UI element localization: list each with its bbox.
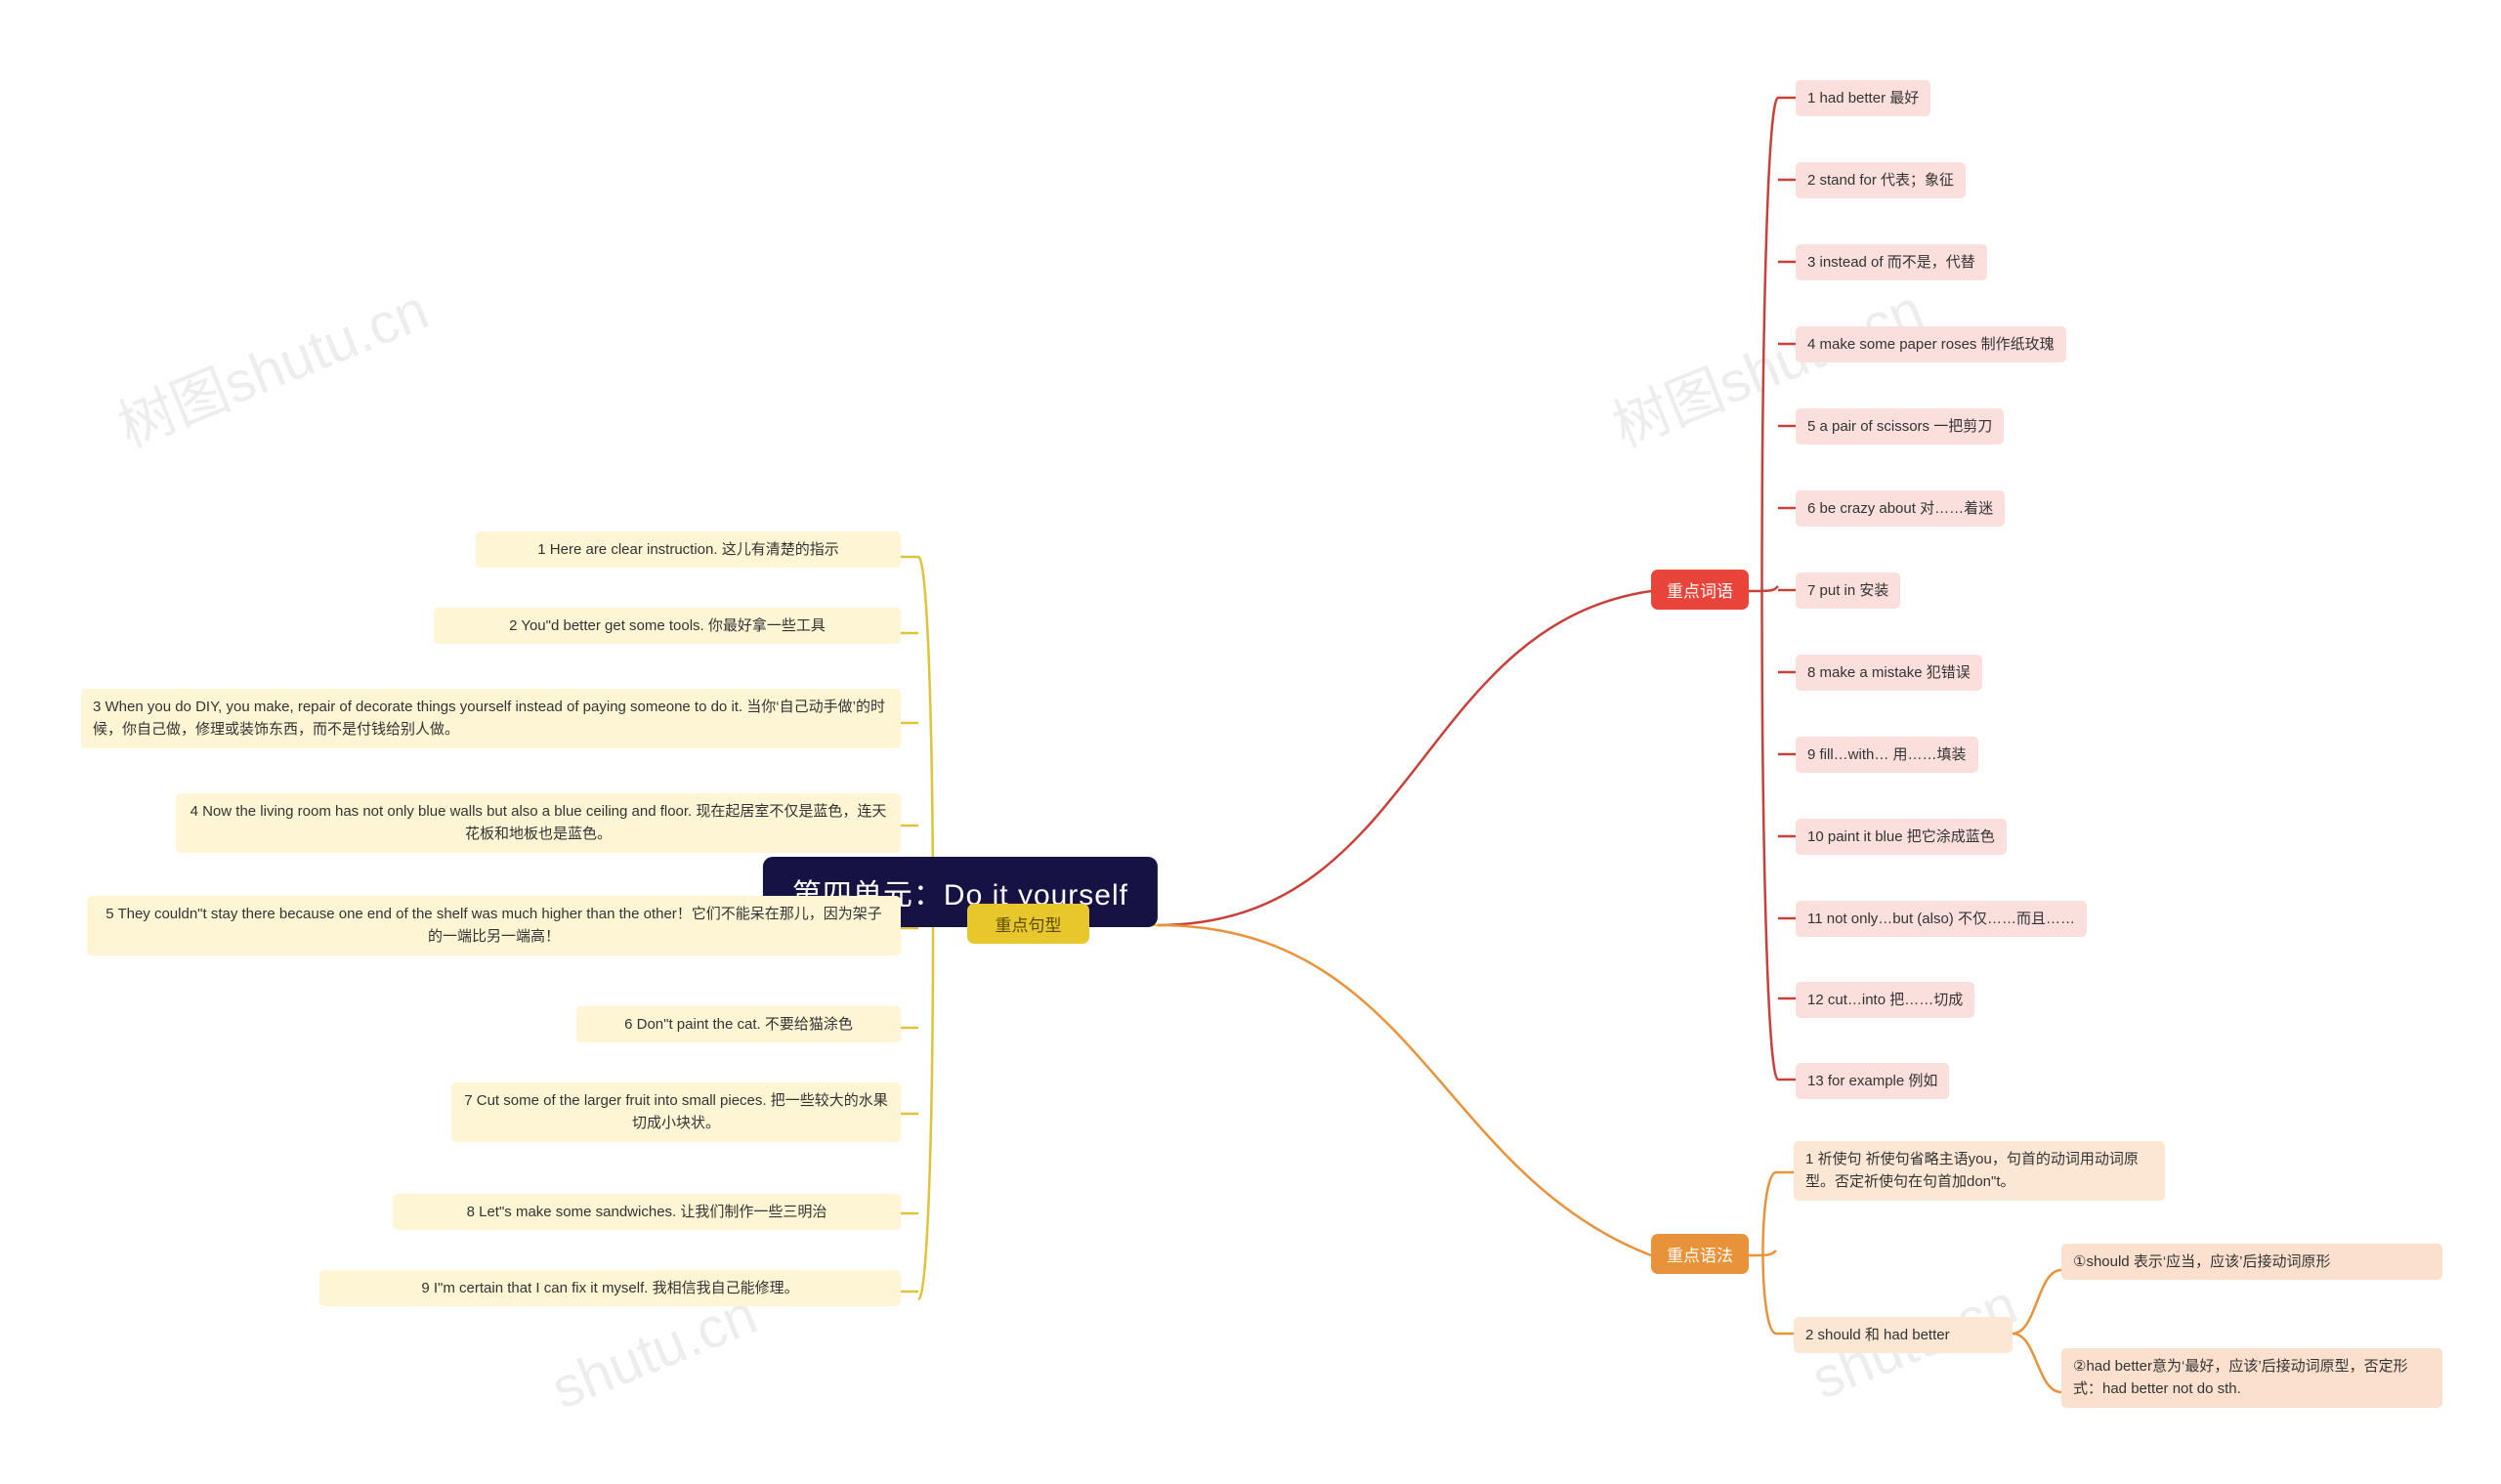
sentence-item-text: 6 Don"t paint the cat. 不要给猫涂色 (624, 1016, 853, 1033)
sentence-item[interactable]: 7 Cut some of the larger fruit into smal… (451, 1082, 901, 1142)
branch-vocabulary[interactable]: 重点词语 (1651, 570, 1749, 610)
vocabulary-item[interactable]: 6 be crazy about 对……着迷 (1796, 490, 2006, 528)
branch-vocabulary-label: 重点词语 (1667, 582, 1733, 601)
vocabulary-item[interactable]: 5 a pair of scissors 一把剪刀 (1796, 408, 2005, 445)
vocabulary-item[interactable]: 1 had better 最好 (1796, 80, 1931, 117)
branch-sentence-patterns-label: 重点句型 (995, 916, 1062, 935)
vocabulary-item-text: 4 make some paper roses 制作纸玫瑰 (1807, 336, 2055, 353)
vocabulary-item[interactable]: 3 instead of 而不是，代替 (1796, 244, 1987, 281)
vocabulary-item-text: 9 fill…with… 用……填装 (1807, 746, 1967, 763)
vocabulary-item[interactable]: 9 fill…with… 用……填装 (1796, 737, 1978, 774)
sentence-item-text: 5 They couldn"t stay there because one e… (106, 906, 882, 946)
vocabulary-item[interactable]: 8 make a mistake 犯错误 (1796, 655, 1982, 692)
sentence-item-text: 8 Let"s make some sandwiches. 让我们制作一些三明治 (466, 1204, 827, 1220)
vocabulary-item[interactable]: 2 stand for 代表；象征 (1796, 162, 1967, 199)
branch-grammar-label: 重点语法 (1667, 1247, 1733, 1265)
sentence-item-text: 1 Here are clear instruction. 这儿有清楚的指示 (537, 541, 839, 558)
sentence-item-text: 7 Cut some of the larger fruit into smal… (464, 1092, 888, 1132)
vocabulary-item[interactable]: 4 make some paper roses 制作纸玫瑰 (1796, 326, 2066, 363)
sentence-item[interactable]: 2 You"d better get some tools. 你最好拿一些工具 (434, 608, 901, 645)
sentence-item[interactable]: 5 They couldn"t stay there because one e… (87, 896, 901, 955)
vocabulary-item-text: 2 stand for 代表；象征 (1807, 172, 1955, 189)
vocabulary-item-text: 7 put in 安装 (1807, 582, 1889, 599)
vocabulary-item-text: 11 not only…but (also) 不仅……而且…… (1807, 911, 2075, 927)
sentence-item[interactable]: 9 I"m certain that I can fix it myself. … (319, 1270, 901, 1307)
sentence-item-text: 4 Now the living room has not only blue … (190, 803, 887, 843)
watermark: 树图shutu.cn (109, 277, 438, 460)
grammar-subitem[interactable]: ②had better意为‘最好，应该’后接动词原型，否定形式：had bett… (2061, 1348, 2442, 1408)
sentence-item[interactable]: 6 Don"t paint the cat. 不要给猫涂色 (576, 1006, 901, 1043)
vocabulary-item-text: 1 had better 最好 (1807, 90, 1920, 106)
vocabulary-item[interactable]: 13 for example 例如 (1796, 1063, 1950, 1100)
branch-sentence-patterns[interactable]: 重点句型 (967, 904, 1089, 944)
vocabulary-item[interactable]: 11 not only…but (also) 不仅……而且…… (1796, 901, 2087, 938)
sentence-item-text: 3 When you do DIY, you make, repair of d… (93, 699, 885, 739)
vocabulary-item-text: 13 for example 例如 (1807, 1073, 1938, 1089)
vocabulary-item-text: 10 paint it blue 把它涂成蓝色 (1807, 828, 1995, 845)
grammar-subitem-text: ②had better意为‘最好，应该’后接动词原型，否定形式：had bett… (2073, 1358, 2408, 1398)
grammar-subitem[interactable]: ①should 表示‘应当，应该’后接动词原形 (2061, 1244, 2442, 1281)
grammar-item-text: 2 should 和 had better (1805, 1327, 1950, 1343)
sentence-item-text: 9 I"m certain that I can fix it myself. … (421, 1280, 799, 1296)
vocabulary-item-text: 5 a pair of scissors 一把剪刀 (1807, 418, 1993, 435)
grammar-item[interactable]: 1 祈使句 祈使句省略主语you，句首的动词用动词原型。否定祈使句在句首加don… (1794, 1141, 2165, 1201)
branch-grammar[interactable]: 重点语法 (1651, 1234, 1749, 1274)
grammar-item[interactable]: 2 should 和 had better (1794, 1317, 2013, 1354)
vocabulary-item-text: 12 cut…into 把……切成 (1807, 992, 1964, 1008)
vocabulary-item-text: 6 be crazy about 对……着迷 (1807, 500, 1994, 517)
sentence-item[interactable]: 8 Let"s make some sandwiches. 让我们制作一些三明治 (393, 1194, 901, 1231)
vocabulary-item-text: 3 instead of 而不是，代替 (1807, 254, 1975, 271)
sentence-item[interactable]: 1 Here are clear instruction. 这儿有清楚的指示 (476, 531, 901, 569)
grammar-item-text: 1 祈使句 祈使句省略主语you，句首的动词用动词原型。否定祈使句在句首加don… (1805, 1151, 2139, 1191)
vocabulary-item[interactable]: 7 put in 安装 (1796, 572, 1901, 610)
sentence-item[interactable]: 3 When you do DIY, you make, repair of d… (81, 689, 901, 748)
vocabulary-item[interactable]: 12 cut…into 把……切成 (1796, 982, 1975, 1019)
sentence-item-text: 2 You"d better get some tools. 你最好拿一些工具 (509, 617, 826, 634)
grammar-subitem-text: ①should 表示‘应当，应该’后接动词原形 (2073, 1253, 2331, 1270)
mindmap-canvas: 树图shutu.cn 树图shutu.cn shutu.cn shutu.cn (0, 0, 2501, 1484)
sentence-item[interactable]: 4 Now the living room has not only blue … (176, 793, 901, 853)
vocabulary-item[interactable]: 10 paint it blue 把它涂成蓝色 (1796, 819, 2007, 856)
vocabulary-item-text: 8 make a mistake 犯错误 (1807, 664, 1971, 681)
